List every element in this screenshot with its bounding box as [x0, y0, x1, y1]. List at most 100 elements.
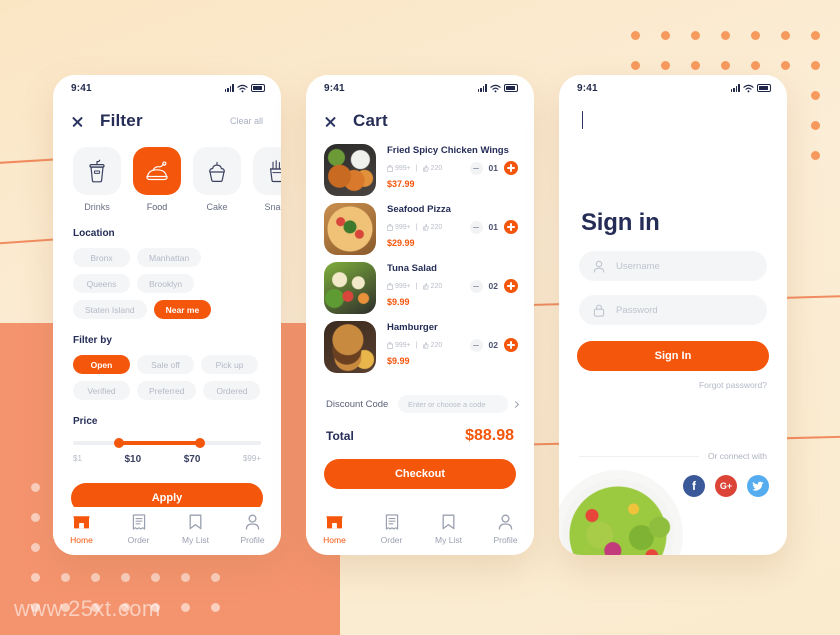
slider-ticks: $1 $10 $70 $99+	[73, 454, 261, 465]
category-label: Food	[146, 202, 168, 212]
chip-bronx[interactable]: Bronx	[73, 248, 130, 267]
chip-pick-up[interactable]: Pick up	[201, 355, 258, 374]
quantity-stepper[interactable]: 02	[469, 279, 518, 293]
clear-all-button[interactable]: Clear all	[230, 116, 263, 126]
decrement-button[interactable]	[469, 279, 483, 293]
item-name: Tuna Salad	[387, 263, 437, 274]
social-login-group: f G+	[683, 475, 769, 497]
chip-open[interactable]: Open	[73, 355, 130, 374]
close-icon[interactable]	[71, 115, 84, 128]
chip-verified[interactable]: Verified	[73, 381, 130, 400]
nav-item-my-list[interactable]: My List	[167, 513, 224, 555]
price-slider[interactable]: $1 $10 $70 $99+	[53, 427, 281, 465]
checkout-button[interactable]: Checkout	[324, 459, 516, 489]
item-name: Seafood Pizza	[387, 204, 451, 215]
phone-screen-cart: 9:41 Cart Fried Spicy Chicken Wings 999+…	[306, 75, 534, 555]
food-thumbnail	[324, 144, 376, 196]
status-time: 9:41	[324, 82, 345, 94]
increment-button[interactable]	[504, 161, 518, 175]
nav-label: My List	[182, 535, 209, 545]
forgot-password-link[interactable]: Forgot password?	[559, 371, 787, 390]
chip-manhattan[interactable]: Manhattan	[137, 248, 202, 267]
nav-item-profile[interactable]: Profile	[477, 513, 534, 555]
nav-item-order[interactable]: Order	[363, 513, 420, 555]
category-label: Drinks	[84, 202, 110, 212]
category-snack[interactable]: Snack	[253, 147, 281, 212]
wifi-icon	[490, 84, 501, 92]
filter-header: Filter Clear all	[53, 101, 281, 131]
item-meta: 999+ | 220	[387, 282, 442, 290]
nav-item-profile[interactable]: Profile	[224, 513, 281, 555]
slider-handle-low[interactable]	[114, 438, 125, 448]
quantity-value: 02	[488, 340, 498, 350]
status-bar: 9:41	[53, 75, 281, 101]
item-likes: 220	[430, 341, 443, 349]
person-icon	[498, 514, 513, 530]
discount-input[interactable]: Enter or choose a code	[398, 395, 508, 413]
category-drinks[interactable]: Drinks	[73, 147, 121, 212]
nav-item-order[interactable]: Order	[110, 513, 167, 555]
wifi-icon	[743, 84, 754, 92]
facebook-icon[interactable]: f	[683, 475, 705, 497]
chip-preferred[interactable]: Preferred	[137, 381, 197, 400]
increment-button[interactable]	[504, 220, 518, 234]
twitter-icon[interactable]	[747, 475, 769, 497]
item-likes: 220	[430, 223, 443, 231]
category-cake[interactable]: Cake	[193, 147, 241, 212]
quantity-stepper[interactable]: 01	[469, 220, 518, 234]
chip-queens[interactable]: Queens	[73, 274, 130, 293]
increment-button[interactable]	[504, 338, 518, 352]
chip-staten-island[interactable]: Staten Island	[73, 300, 147, 319]
category-food[interactable]: Food	[133, 147, 181, 212]
close-icon[interactable]	[324, 115, 337, 128]
page-title: Sign in	[581, 209, 660, 236]
thumbs-up-icon	[422, 341, 429, 349]
username-field[interactable]: Username	[579, 251, 767, 281]
food-thumbnail	[324, 262, 376, 314]
nav-label: Profile	[493, 535, 518, 545]
quantity-stepper[interactable]: 01	[469, 161, 518, 175]
category-list: Drinks Food Cake Snack	[53, 131, 281, 212]
chip-sale-off[interactable]: Sale off	[137, 355, 194, 374]
chip-near-me[interactable]: Near me	[153, 300, 212, 319]
nav-item-my-list[interactable]: My List	[420, 513, 477, 555]
nav-item-home[interactable]: Home	[53, 513, 110, 555]
quantity-value: 02	[488, 281, 498, 291]
item-orders: 999+	[395, 223, 411, 231]
increment-button[interactable]	[504, 279, 518, 293]
page-title: Cart	[353, 111, 388, 130]
food-thumbnail	[324, 203, 376, 255]
cart-item[interactable]: Seafood Pizza 999+ | 220 01 $29.99	[306, 196, 534, 255]
back-chevron-icon[interactable]	[582, 111, 583, 129]
google-plus-icon[interactable]: G+	[715, 475, 737, 497]
quantity-stepper[interactable]: 02	[469, 338, 518, 352]
password-field[interactable]: Password	[579, 295, 767, 325]
cart-item[interactable]: Tuna Salad 999+ | 220 02 $9.99	[306, 255, 534, 314]
decrement-button[interactable]	[469, 338, 483, 352]
item-likes: 220	[430, 164, 443, 172]
chevron-right-icon[interactable]	[511, 400, 520, 408]
item-meta: 999+ | 220	[387, 341, 443, 349]
watermark: www.25xt.com	[14, 596, 161, 621]
signal-icon	[730, 84, 740, 92]
location-section-title: Location	[73, 228, 115, 239]
nav-label: My List	[435, 535, 462, 545]
username-placeholder: Username	[616, 260, 660, 272]
decrement-button[interactable]	[469, 220, 483, 234]
sign-in-button[interactable]: Sign In	[577, 341, 769, 371]
nav-item-home[interactable]: Home	[306, 513, 363, 555]
item-orders: 999+	[395, 341, 411, 349]
location-chip-group: Bronx Manhattan Queens Brooklyn Staten I…	[53, 239, 281, 319]
cart-item[interactable]: Hamburger 999+ | 220 02 $9.99	[306, 314, 534, 373]
chip-brooklyn[interactable]: Brooklyn	[137, 274, 195, 293]
cart-item[interactable]: Fried Spicy Chicken Wings 999+ | 220 01	[306, 137, 534, 196]
slider-handle-high[interactable]	[195, 438, 206, 448]
chip-ordered[interactable]: Ordered	[203, 381, 261, 400]
slider-track[interactable]	[73, 438, 261, 448]
decrement-button[interactable]	[469, 161, 483, 175]
thumbs-up-icon	[422, 282, 429, 290]
bottom-nav: Home Order My List Profile	[53, 507, 281, 555]
store-icon	[326, 515, 343, 528]
total-value: $88.98	[465, 427, 514, 444]
battery-icon	[757, 84, 771, 92]
